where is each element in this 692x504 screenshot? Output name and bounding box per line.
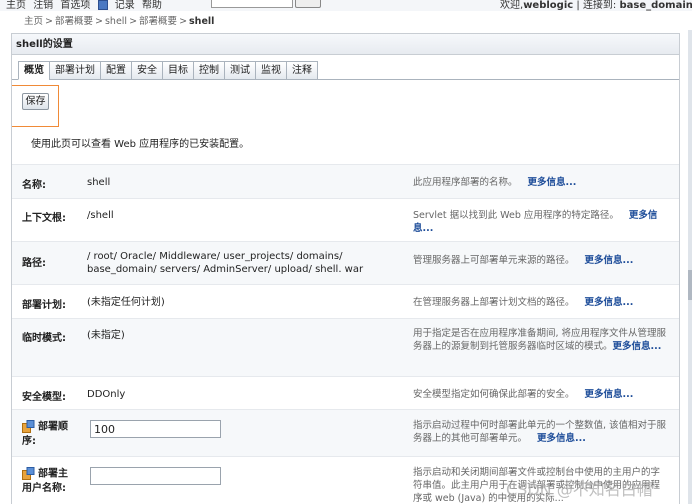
tab-testing[interactable]: 测试 xyxy=(224,61,255,80)
more-info-link[interactable]: 更多信息... xyxy=(585,297,634,308)
more-info-link[interactable]: 更多信息... xyxy=(613,341,662,352)
more-info-link[interactable]: 更多信息... xyxy=(528,177,577,188)
row-description: 在管理服务器上部署计划文档的路径。 更多信息... xyxy=(413,296,668,309)
row-label: 部署计划: xyxy=(22,300,66,311)
deployment-order-input[interactable] xyxy=(90,420,221,438)
tab-deployment-plan[interactable]: 部署计划 xyxy=(49,61,100,80)
row-description-text: 管理服务器上可部署单元来源的路径。 xyxy=(413,255,575,266)
dynamic-setting-icon xyxy=(22,420,35,433)
row-label: 安全模型: xyxy=(22,392,66,403)
row-label: 名称: xyxy=(22,180,46,191)
row-description: 安全模型指定如何确保此部署的安全。 更多信息... xyxy=(413,388,668,401)
table-row: 名称: shell 此应用程序部署的名称。 更多信息... xyxy=(12,164,679,198)
row-description: 此应用程序部署的名称。 更多信息... xyxy=(413,176,668,189)
row-value: / root/ Oracle/ Middleware/ user_project… xyxy=(87,251,364,275)
breadcrumb-deployments[interactable]: 部署概要 xyxy=(55,16,93,27)
breadcrumb-separator: > xyxy=(45,16,53,27)
breadcrumb-home[interactable]: 主页 xyxy=(24,16,43,27)
tab-targets[interactable]: 目标 xyxy=(162,61,193,80)
domain-name: base_domain xyxy=(619,0,692,11)
table-row: 上下文根: /shell Servlet 据以找到此 Web 应用程序的特定路径… xyxy=(12,198,679,241)
row-description-text: 此应用程序部署的名称。 xyxy=(413,177,518,188)
scrollbar[interactable] xyxy=(688,30,692,504)
row-description-text: 在管理服务器上部署计划文档的路径。 xyxy=(413,297,575,308)
connected-label: 连接到: xyxy=(582,0,617,11)
breadcrumb-shell[interactable]: shell xyxy=(105,16,127,27)
topbar-link-help[interactable]: 帮助 xyxy=(142,0,162,11)
breadcrumb-separator: > xyxy=(95,16,103,27)
breadcrumb-separator: > xyxy=(179,16,188,27)
row-description: 指示启动过程中何时部署此单元的一个整数值, 该值相对于服务器上的其他可部署单元。… xyxy=(413,419,668,445)
row-value: (未指定任何计划) xyxy=(87,297,165,308)
top-links: 主页 注销 首选项 记录 帮助 xyxy=(6,0,166,11)
table-row: 部署顺序: 指示启动过程中何时部署此单元的一个整数值, 该值相对于服务器上的其他… xyxy=(12,409,679,456)
breadcrumb-deployments-2[interactable]: 部署概要 xyxy=(139,16,177,27)
table-row: 路径: / root/ Oracle/ Middleware/ user_pro… xyxy=(12,241,679,284)
breadcrumb-current: shell xyxy=(189,16,215,27)
record-icon xyxy=(97,0,108,10)
breadcrumb-separator: > xyxy=(129,16,138,27)
panel-title: shell的设置 xyxy=(12,34,679,55)
row-value: (未指定) xyxy=(87,330,125,341)
save-highlight: 保存 xyxy=(12,85,59,127)
topbar-link-preferences[interactable]: 首选项 xyxy=(60,0,90,11)
tab-overview[interactable]: 概览 xyxy=(18,61,49,80)
tab-security[interactable]: 安全 xyxy=(131,61,162,80)
more-info-link[interactable]: 更多信息... xyxy=(537,433,586,444)
row-label: 临时模式: xyxy=(22,333,66,344)
row-value: /shell xyxy=(87,210,114,221)
row-value: DDOnly xyxy=(87,389,126,400)
row-label: 上下文根: xyxy=(22,213,66,224)
row-description-text: Servlet 据以找到此 Web 应用程序的特定路径。 xyxy=(413,210,619,221)
topbar-link-logout[interactable]: 注销 xyxy=(33,0,53,11)
tab-notes[interactable]: 注释 xyxy=(286,61,318,80)
table-row: 部署计划: (未指定任何计划) 在管理服务器上部署计划文档的路径。 更多信息... xyxy=(12,284,679,318)
table-row: 临时模式: (未指定) 用于指定是否在应用程序准备期间, 将应用程序文件从管理服… xyxy=(12,318,679,376)
more-info-link[interactable]: 更多信息... xyxy=(585,255,634,266)
table-row: 安全模型: DDOnly 安全模型指定如何确保此部署的安全。 更多信息... xyxy=(12,376,679,409)
search-button[interactable] xyxy=(295,0,321,8)
tab-bar: 概览 部署计划 配置 安全 目标 控制 测试 监视 注释 xyxy=(18,61,318,80)
session-info: 欢迎,weblogic | 连接到: base_domain xyxy=(500,0,692,11)
breadcrumb: 主页 > 部署概要 > shell > 部署概要 > shell xyxy=(24,13,214,27)
intro-text: 使用此页可以查看 Web 应用程序的已安装配置。 xyxy=(31,139,250,150)
row-description-text: 安全模型指定如何确保此部署的安全。 xyxy=(413,389,575,400)
dynamic-setting-icon xyxy=(22,467,35,480)
top-toolbar: 主页 注销 首选项 记录 帮助 欢迎,weblogic | 连接到: base_… xyxy=(0,0,692,11)
tab-configuration[interactable]: 配置 xyxy=(100,61,131,80)
row-description: 管理服务器上可部署单元来源的路径。 更多信息... xyxy=(413,254,668,267)
row-description: 用于指定是否在应用程序准备期间, 将应用程序文件从管理服务器上的源复制到托管服务… xyxy=(413,327,668,353)
more-info-link[interactable]: 更多信息... xyxy=(585,389,634,400)
row-label: 部署主用户名称: xyxy=(22,467,77,496)
user-name: weblogic xyxy=(523,0,574,11)
tab-control[interactable]: 控制 xyxy=(193,61,224,80)
topbar-link-record[interactable]: 记录 xyxy=(115,0,135,11)
settings-table: 名称: shell 此应用程序部署的名称。 更多信息... 上下文根: /shel… xyxy=(12,164,679,504)
divider: | xyxy=(576,0,580,11)
welcome-label: 欢迎, xyxy=(500,0,524,11)
row-label: 路径: xyxy=(22,258,46,269)
watermark: CSDN @不知名白帽 xyxy=(506,480,653,499)
save-button[interactable]: 保存 xyxy=(22,93,49,110)
search-input[interactable] xyxy=(211,0,293,8)
principal-name-input[interactable] xyxy=(90,467,221,485)
topbar-link-home[interactable]: 主页 xyxy=(6,0,26,11)
settings-panel: shell的设置 概览 部署计划 配置 安全 目标 控制 测试 监视 注释 保存… xyxy=(11,33,680,504)
row-label: 部署顺序: xyxy=(22,420,77,449)
row-description: Servlet 据以找到此 Web 应用程序的特定路径。 更多信息... xyxy=(413,209,668,235)
row-value: shell xyxy=(87,177,111,188)
tab-monitoring[interactable]: 监视 xyxy=(255,61,286,80)
